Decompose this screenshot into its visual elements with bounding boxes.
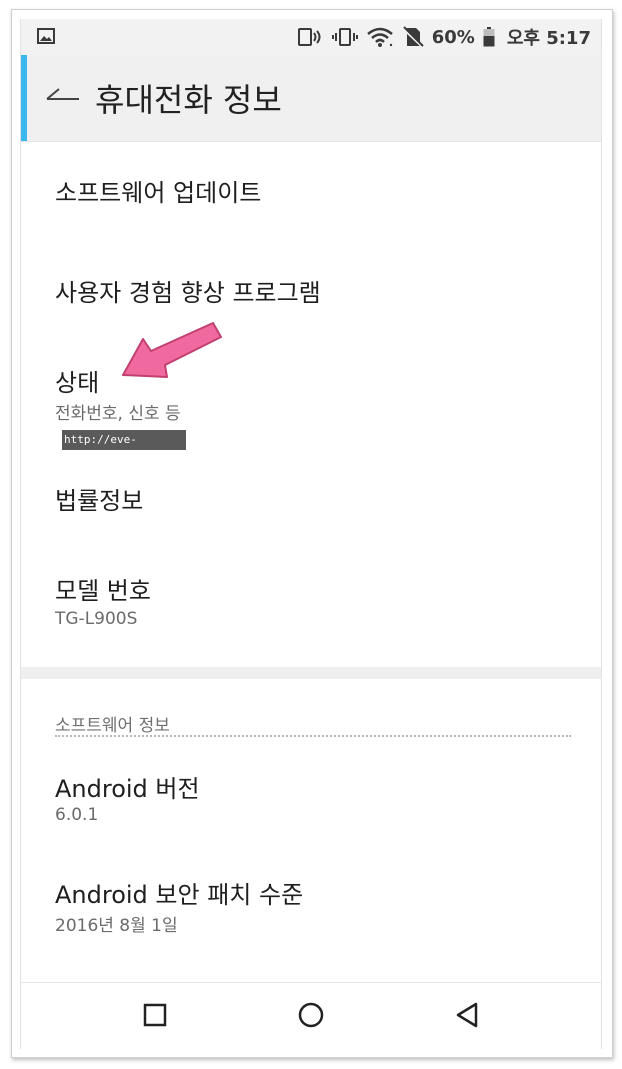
item-title: Android 버전: [55, 775, 200, 803]
wifi-icon: [366, 26, 394, 48]
item-title: 사용자 경험 향상 프로그램: [55, 279, 321, 307]
recents-icon: [143, 1003, 167, 1031]
item-title: Android 보안 패치 수준: [55, 881, 304, 909]
back-nav-button[interactable]: [451, 1001, 483, 1033]
back-arrow-icon: [45, 85, 81, 109]
back-icon: [454, 1002, 480, 1032]
list-item-software-update[interactable]: 소프트웨어 업데이트: [21, 141, 601, 241]
back-button[interactable]: [43, 79, 83, 115]
battery-icon: [483, 27, 495, 47]
dotted-divider: [55, 735, 571, 737]
section-divider-band: [21, 667, 601, 679]
item-title: 모델 번호: [55, 577, 151, 605]
gallery-icon: [37, 28, 55, 44]
nfc-icon: [297, 27, 324, 47]
home-icon: [298, 1002, 324, 1032]
item-subtitle: 2016년 8월 1일: [55, 916, 178, 936]
list-item-user-experience[interactable]: 사용자 경험 향상 프로그램: [21, 241, 601, 341]
vibrate-icon: [331, 27, 358, 47]
navigation-bar: [21, 982, 601, 1049]
item-subtitle: 6.0.1: [55, 805, 99, 825]
item-title: 상태: [55, 369, 100, 397]
app-bar: 휴대전화 정보: [21, 55, 601, 142]
item-subtitle: 전화번호, 신호 등: [55, 404, 181, 424]
recents-button[interactable]: [139, 1001, 171, 1033]
status-bar: 60% 오후 5:17: [21, 19, 601, 55]
home-button[interactable]: [295, 1001, 327, 1033]
accent-bar: [21, 55, 27, 141]
battery-percent: 60%: [431, 26, 475, 48]
item-title: 소프트웨어 업데이트: [55, 179, 262, 207]
item-title: 법률정보: [55, 487, 144, 515]
list-item-model-number[interactable]: 모델 번호 TG-L900S: [21, 551, 601, 667]
list-item-security-patch[interactable]: Android 보안 패치 수준 2016년 8월 1일: [21, 857, 601, 957]
item-subtitle: TG-L900S: [55, 609, 138, 629]
section-header: 소프트웨어 정보: [55, 716, 170, 736]
page-title: 휴대전화 정보: [95, 81, 282, 119]
phone-screen: 60% 오후 5:17 휴대전화 정보 소프트웨어 업데이트 사용자 경험 향상…: [20, 19, 602, 1049]
clock: 오후 5:17: [506, 28, 591, 49]
no-sim-icon: [401, 26, 424, 48]
list-item-android-version[interactable]: Android 버전 6.0.1: [21, 751, 601, 851]
watermark-label: http://eve-talk.com: [62, 430, 186, 466]
pointer-arrow-icon: [121, 319, 231, 385]
